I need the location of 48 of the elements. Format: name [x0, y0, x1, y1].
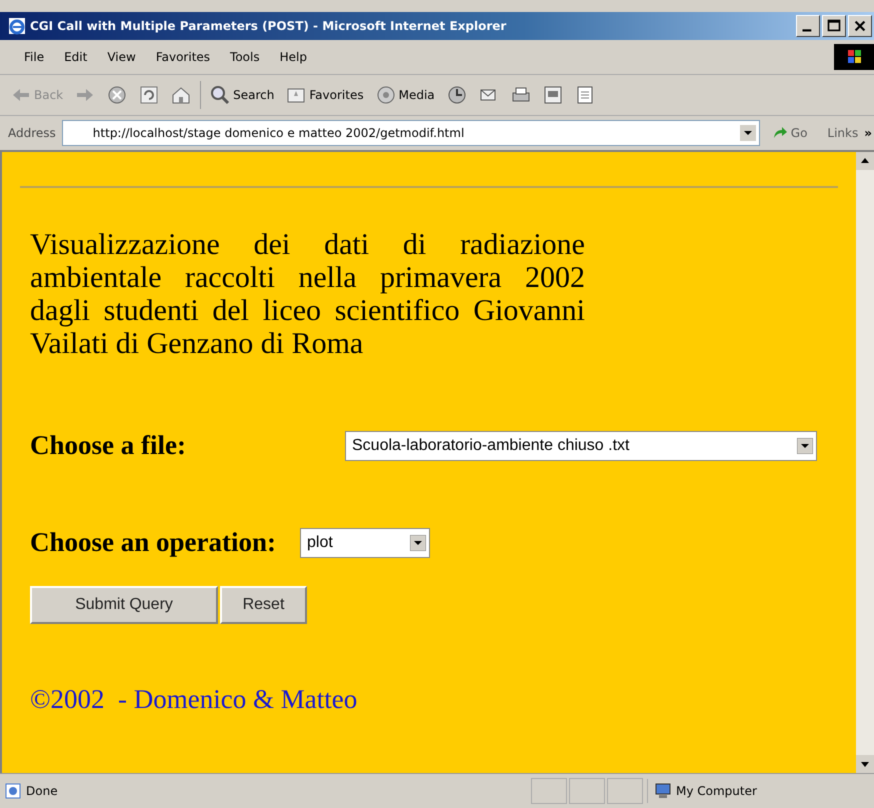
close-icon[interactable]	[848, 15, 872, 37]
address-field[interactable]: http://localhost/stage domenico e matteo 2002/getmodif.html	[62, 120, 760, 146]
favorites-button[interactable]: Favorites	[283, 83, 367, 107]
media-icon	[376, 85, 396, 105]
file-select[interactable]: Scuola-laboratorio-ambiente chiuso .txt	[345, 430, 817, 460]
operation-select[interactable]: plot	[300, 528, 430, 558]
menu-item[interactable]: Tools	[220, 50, 270, 64]
menu-item[interactable]: Edit	[54, 50, 98, 64]
computer-icon	[654, 782, 672, 800]
links-label[interactable]: Links	[827, 126, 858, 140]
footer-link[interactable]: ©2002 - Domenico & Matteo	[30, 684, 838, 715]
edit-icon	[542, 85, 563, 105]
maximize-icon[interactable]	[822, 15, 846, 37]
operation-label: Choose an operation:	[30, 527, 276, 558]
zone-text: My Computer	[676, 784, 757, 798]
file-label: Choose a file:	[30, 430, 187, 461]
media-button[interactable]: Media	[372, 83, 438, 107]
refresh-icon	[139, 85, 160, 105]
go-button[interactable]: Go	[766, 125, 814, 141]
search-button[interactable]: Search	[207, 83, 278, 107]
minimize-icon[interactable]	[796, 15, 820, 37]
scroll-down-icon[interactable]	[856, 755, 874, 773]
go-arrow-icon	[772, 126, 788, 140]
address-label: Address	[8, 126, 56, 140]
search-icon	[210, 85, 230, 105]
dropdown-arrow-icon[interactable]	[797, 438, 813, 454]
history-icon	[446, 85, 467, 105]
stop-icon	[107, 85, 128, 105]
page-icon	[4, 782, 22, 800]
browser-logo-icon	[8, 17, 26, 35]
intro-paragraph: Visualizzazione dei dati di radiazione ambientale raccolti nella primavera 2002 dagli studenti del liceo scientifico Giovanni Vailati di Genzano di Roma	[30, 228, 585, 360]
menu-item[interactable]: File	[14, 50, 54, 64]
more-chevron[interactable]: »	[864, 126, 872, 140]
window-title: CGI Call with Multiple Parameters (POST) - Microsoft Internet Explorer	[30, 19, 508, 33]
menu-item[interactable]: View	[97, 50, 146, 64]
windows-flag-icon	[834, 43, 874, 71]
dropdown-arrow-icon[interactable]	[410, 534, 426, 550]
scroll-up-icon[interactable]	[856, 152, 874, 170]
home-icon	[171, 85, 192, 105]
discuss-icon	[574, 85, 595, 105]
reset-button[interactable]: Reset	[220, 586, 307, 624]
status-text: Done	[26, 784, 58, 798]
status-panel	[569, 778, 605, 804]
submit-button[interactable]: Submit Query	[30, 586, 218, 624]
status-panel	[607, 778, 643, 804]
status-panel	[531, 778, 567, 804]
menu-item[interactable]: Help	[270, 50, 317, 64]
menu-item[interactable]: Favorites	[146, 50, 220, 64]
